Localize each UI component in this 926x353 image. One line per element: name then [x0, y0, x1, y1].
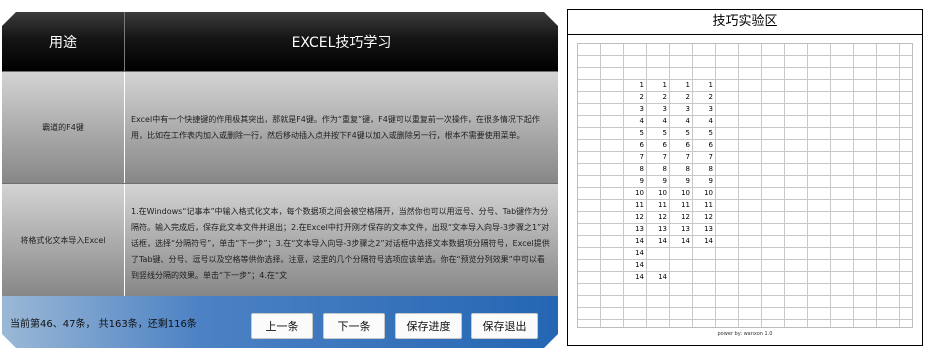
- cell-value[interactable]: 6: [670, 140, 690, 151]
- next-button[interactable]: 下一条: [323, 313, 385, 339]
- cell-value[interactable]: 1: [670, 80, 690, 91]
- cell-value[interactable]: 14: [624, 248, 644, 259]
- cell-value[interactable]: 6: [693, 140, 713, 151]
- row-divider: [124, 72, 125, 183]
- cell-value[interactable]: 11: [693, 200, 713, 211]
- cell-value[interactable]: 1: [647, 80, 667, 91]
- cell-value[interactable]: 14: [647, 236, 667, 247]
- cell-value[interactable]: 7: [647, 152, 667, 163]
- cell-value[interactable]: 14: [624, 260, 644, 271]
- cell-value[interactable]: 13: [670, 224, 690, 235]
- cell-value[interactable]: 4: [670, 116, 690, 127]
- cell-value[interactable]: 8: [693, 164, 713, 175]
- cell-value[interactable]: 6: [624, 140, 644, 151]
- cell-value[interactable]: 5: [670, 128, 690, 139]
- cell-value[interactable]: 13: [693, 224, 713, 235]
- cell-value[interactable]: 9: [693, 176, 713, 187]
- cell-value[interactable]: 10: [670, 188, 690, 199]
- cell-value[interactable]: 1: [693, 80, 713, 91]
- row-divider: [124, 184, 125, 296]
- cell-value[interactable]: 13: [624, 224, 644, 235]
- cell-value[interactable]: 3: [647, 104, 667, 115]
- cell-value[interactable]: 7: [693, 152, 713, 163]
- cell-value[interactable]: 12: [670, 212, 690, 223]
- save-progress-button[interactable]: 保存进度: [395, 313, 462, 339]
- cell-value[interactable]: 14: [693, 236, 713, 247]
- cell-value[interactable]: 12: [624, 212, 644, 223]
- practice-area-title: 技巧实验区: [568, 10, 922, 35]
- cell-value[interactable]: 11: [624, 200, 644, 211]
- progress-status: 当前第46、47条， 共163条，还剩116条: [10, 318, 197, 330]
- table-header: 用途 EXCEL技巧学习: [2, 12, 558, 71]
- cell-value[interactable]: 14: [670, 236, 690, 247]
- tip-row: 霸道的F4键 Excel中有一个快捷键的作用极其突出，那就是F4键。作为“重复”…: [2, 71, 558, 183]
- cell-value[interactable]: 4: [624, 116, 644, 127]
- cell-value[interactable]: 9: [624, 176, 644, 187]
- cell-value[interactable]: 11: [670, 200, 690, 211]
- cell-value[interactable]: 10: [693, 188, 713, 199]
- spreadsheet-grid[interactable]: 1 1 1 1 2 2 2 2 3 3 3 3 4 4 4 4 5 5 5 5 6 6 6 6 7 7 7 7 8 8 8 8 9 9 9 9 10 10…: [577, 43, 913, 328]
- tip-row: 将格式化文本导入Excel 1.在Windows“记事本”中输入格式化文本，每个…: [2, 183, 558, 296]
- cell-value[interactable]: 2: [647, 92, 667, 103]
- cell-value[interactable]: 8: [670, 164, 690, 175]
- cell-value[interactable]: 8: [624, 164, 644, 175]
- cell-value[interactable]: 10: [624, 188, 644, 199]
- cell-value[interactable]: 14: [624, 236, 644, 247]
- cell-value[interactable]: 9: [647, 176, 667, 187]
- tips-panel: 用途 EXCEL技巧学习 霸道的F4键 Excel中有一个快捷键的作用极其突出，…: [2, 12, 558, 348]
- cell-value[interactable]: 1: [624, 80, 644, 91]
- cell-value[interactable]: 5: [647, 128, 667, 139]
- tip-description: Excel中有一个快捷键的作用极其突出，那就是F4键。作为“重复”键，F4键可以…: [131, 114, 540, 140]
- tip-name: 将格式化文本导入Excel: [20, 235, 106, 245]
- cell-value[interactable]: 2: [693, 92, 713, 103]
- tip-description: 1.在Windows“记事本”中输入格式化文本，每个数据项之间会被空格隔开，当然…: [131, 207, 550, 280]
- previous-button[interactable]: 上一条: [251, 313, 313, 339]
- header-excel-tips: EXCEL技巧学习: [291, 34, 392, 51]
- cell-value[interactable]: 9: [670, 176, 690, 187]
- cell-values: 1 1 1 1 2 2 2 2 3 3 3 3 4 4 4 4 5 5 5 5 6 6 6 6 7 7 7 7 8 8 8 8 9 9 9 9 10 10…: [578, 44, 912, 327]
- cell-value[interactable]: 3: [624, 104, 644, 115]
- cell-value[interactable]: 12: [647, 212, 667, 223]
- header-usage: 用途: [49, 34, 77, 51]
- cell-value[interactable]: 3: [693, 104, 713, 115]
- tip-name: 霸道的F4键: [42, 123, 84, 132]
- navigation-bar: 当前第46、47条， 共163条，还剩116条 上一条 下一条 保存进度 保存退…: [2, 296, 558, 348]
- cell-value[interactable]: 4: [647, 116, 667, 127]
- cell-value[interactable]: 8: [647, 164, 667, 175]
- cell-value[interactable]: 4: [693, 116, 713, 127]
- cell-value[interactable]: 12: [693, 212, 713, 223]
- cell-value[interactable]: 14: [624, 272, 644, 283]
- cell-value[interactable]: 14: [647, 272, 667, 283]
- cell-value[interactable]: 6: [647, 140, 667, 151]
- cell-value[interactable]: 2: [670, 92, 690, 103]
- cell-value[interactable]: 5: [624, 128, 644, 139]
- cell-value[interactable]: 3: [670, 104, 690, 115]
- practice-area: 技巧实验区 1111222233334444555566667777888899…: [567, 9, 923, 346]
- cell-value[interactable]: 5: [693, 128, 713, 139]
- cell-value[interactable]: 7: [670, 152, 690, 163]
- cell-value[interactable]: 11: [647, 200, 667, 211]
- save-exit-button[interactable]: 保存退出: [471, 313, 538, 339]
- cell-value[interactable]: 10: [647, 188, 667, 199]
- powered-by-label: power by: wanxon 1.0: [717, 331, 773, 337]
- cell-value[interactable]: 2: [624, 92, 644, 103]
- cell-value[interactable]: 13: [647, 224, 667, 235]
- cell-value[interactable]: 7: [624, 152, 644, 163]
